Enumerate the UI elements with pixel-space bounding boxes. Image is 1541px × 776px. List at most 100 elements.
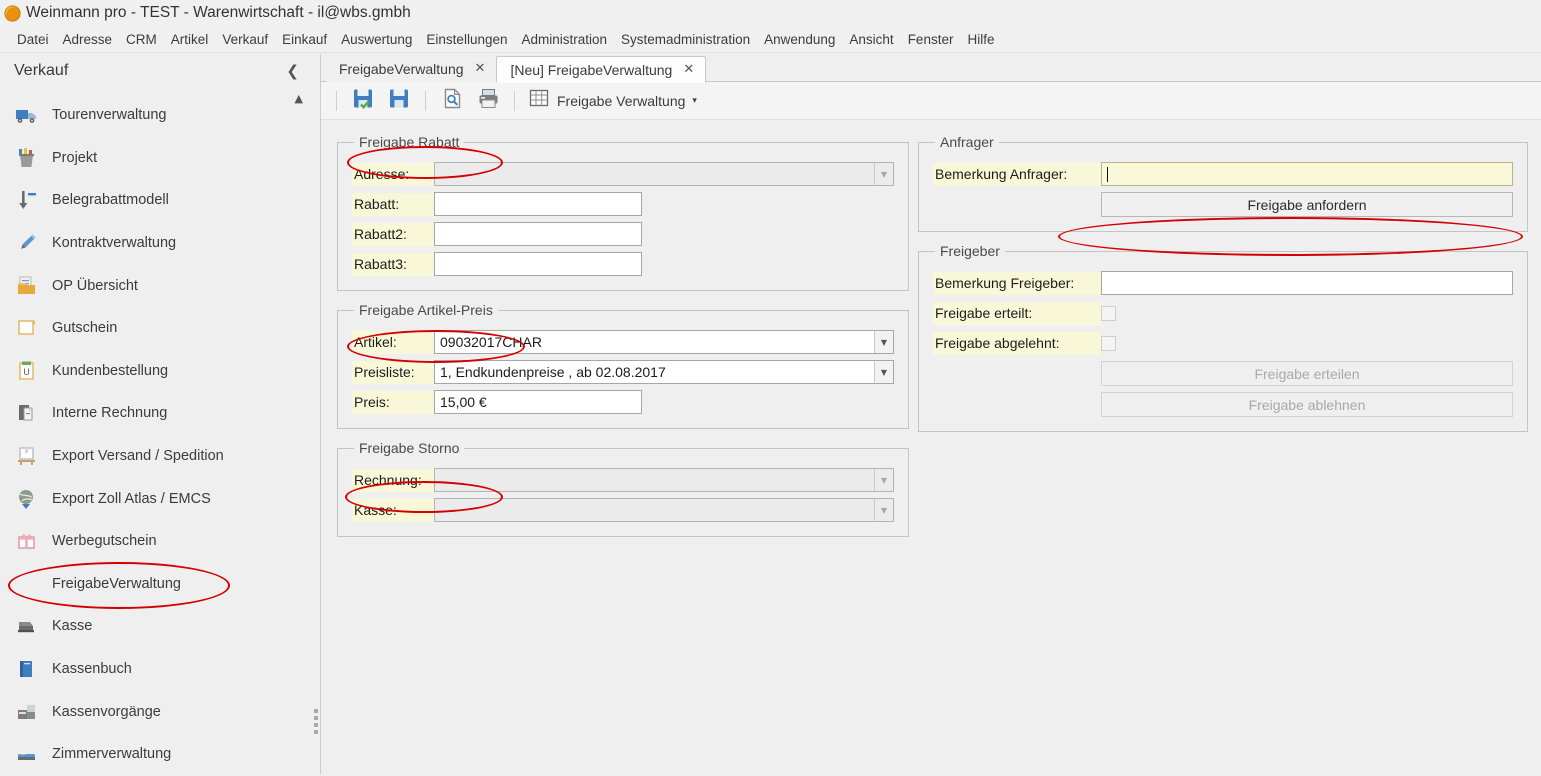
group-freigabe-storno: Freigabe Storno Rechnung: ▼ Kasse: ▼ — [337, 440, 909, 537]
menu-item-adresse[interactable]: Adresse — [56, 29, 120, 50]
sidebar-item-label: Gutschein — [52, 320, 118, 337]
sidebar-item-kundenbestellung[interactable]: U Kundenbestellung — [0, 350, 313, 393]
sidebar-item-belegrabattmodell[interactable]: Belegrabattmodell — [0, 179, 313, 222]
sidebar-splitter[interactable] — [313, 54, 321, 774]
sidebar-item-kasse[interactable]: Kasse — [0, 605, 313, 648]
rechnung-combo[interactable]: ▼ — [434, 468, 894, 492]
field-row-freigabe-abgelehnt: Freigabe abgelehnt: — [933, 331, 1513, 355]
rabatt3-input[interactable] — [434, 252, 642, 276]
freigabe-anfordern-button[interactable]: Freigabe anfordern — [1101, 192, 1513, 217]
sidebar-header: Verkauf ❮ — [0, 54, 313, 88]
field-row-rechnung: Rechnung: ▼ — [352, 468, 894, 492]
menu-item-crm[interactable]: CRM — [119, 29, 164, 50]
sidebar-item-label: Kundenbestellung — [52, 362, 169, 379]
bemerkung-freigeber-input[interactable] — [1101, 271, 1513, 295]
rabatt-label: Rabatt: — [352, 192, 434, 216]
sidebar-item-export-zoll-atlas-emcs[interactable]: Export Zoll Atlas / EMCS — [0, 477, 313, 520]
menu-item-hilfe[interactable]: Hilfe — [960, 29, 1001, 50]
window-title: Weinmann pro - TEST - Warenwirtschaft - … — [26, 4, 411, 21]
preisliste-combo[interactable]: 1, Endkundenpreise , ab 02.08.2017 ▼ — [434, 360, 894, 384]
field-row-preis: Preis: 15,00 € — [352, 390, 894, 414]
menu-item-datei[interactable]: Datei — [10, 29, 56, 50]
triangle-up-icon[interactable]: ▲ — [295, 92, 303, 105]
print-button[interactable] — [471, 86, 505, 116]
menu-item-einstellungen[interactable]: Einstellungen — [419, 29, 514, 50]
group-freigabe-artikel-preis: Freigabe Artikel-Preis Artikel: 09032017… — [337, 302, 909, 429]
sidebar-item-kassenvorgaenge[interactable]: Kassenvorgänge — [0, 690, 313, 733]
right-column: Anfrager Bemerkung Anfrager: Freigabe an… — [918, 134, 1528, 443]
sidebar-item-op-uebersicht[interactable]: OP Übersicht — [0, 264, 313, 307]
field-row-preisliste: Preisliste: 1, Endkundenpreise , ab 02.0… — [352, 360, 894, 384]
sidebar-item-label: Tourenverwaltung — [52, 107, 167, 124]
rabatt2-input[interactable] — [434, 222, 642, 246]
adresse-combo[interactable]: ▼ — [434, 162, 894, 186]
chevron-down-icon: ▾ — [692, 95, 697, 106]
freigabe-erteilt-checkbox[interactable] — [1101, 305, 1116, 321]
tab-neu-freigabeverwaltung[interactable]: [Neu] FreigabeVerwaltung ✕ — [496, 56, 707, 83]
legend-freigeber: Freigeber — [940, 243, 1000, 259]
blue-book-icon — [14, 657, 40, 681]
chevron-down-icon[interactable]: ▼ — [874, 469, 893, 491]
sidebar-item-freigabeverwaltung[interactable]: FreigabeVerwaltung — [0, 563, 313, 606]
legend-anfrager: Anfrager — [940, 134, 994, 150]
rabatt2-label: Rabatt2: — [352, 222, 434, 246]
tab-freigabeverwaltung[interactable]: FreigabeVerwaltung ✕ — [326, 55, 497, 82]
sidebar-item-kassenbuch[interactable]: Kassenbuch — [0, 648, 313, 691]
field-row-bemerkung-anfrager: Bemerkung Anfrager: — [933, 162, 1513, 186]
form-canvas: Freigabe Rabatt Adresse: ▼ Rabatt: Rabat… — [321, 120, 1541, 774]
save-icon — [388, 87, 411, 115]
chevron-left-icon[interactable]: ❮ — [282, 62, 303, 80]
menu-item-administration[interactable]: Administration — [514, 29, 614, 50]
rabatt-input[interactable] — [434, 192, 642, 216]
sidebar-item-zimmerverwaltung[interactable]: Zimmerverwaltung — [0, 733, 313, 776]
menu-item-auswertung[interactable]: Auswertung — [334, 29, 419, 50]
preis-input[interactable]: 15,00 € — [434, 390, 642, 414]
gift-icon — [14, 529, 40, 553]
field-row-freigabe-ablehnen: Freigabe ablehnen — [933, 392, 1513, 417]
menu-item-artikel[interactable]: Artikel — [164, 29, 216, 50]
legend-freigabe-artikel-preis: Freigabe Artikel-Preis — [359, 302, 493, 318]
kasse-combo[interactable]: ▼ — [434, 498, 894, 522]
close-icon[interactable]: ✕ — [683, 62, 694, 77]
menu-item-systemadministration[interactable]: Systemadministration — [614, 29, 757, 50]
freigabe-abgelehnt-checkbox[interactable] — [1101, 335, 1116, 351]
menu-item-verkauf[interactable]: Verkauf — [215, 29, 275, 50]
freigabe-erteilen-button[interactable]: Freigabe erteilen — [1101, 361, 1513, 386]
chevron-down-icon[interactable]: ▼ — [874, 331, 893, 353]
close-icon[interactable]: ✕ — [475, 61, 486, 76]
menu-item-einkauf[interactable]: Einkauf — [275, 29, 334, 50]
save-check-icon — [352, 87, 375, 115]
sidebar-item-label: Kontraktverwaltung — [52, 235, 177, 252]
menu-item-ansicht[interactable]: Ansicht — [842, 29, 900, 50]
save-and-close-button[interactable] — [346, 86, 380, 116]
sidebar-item-werbegutschein[interactable]: Werbegutschein — [0, 520, 313, 563]
print-preview-button[interactable] — [435, 86, 469, 116]
sidebar-item-export-versand-spedition[interactable]: Export Versand / Spedition — [0, 435, 313, 478]
preisliste-value: 1, Endkundenpreise , ab 02.08.2017 — [440, 364, 666, 380]
sidebar-item-tourenverwaltung[interactable]: Tourenverwaltung — [0, 94, 313, 137]
truck-icon — [14, 103, 40, 127]
chevron-down-icon[interactable]: ▼ — [874, 361, 893, 383]
freigabe-verwaltung-dropdown[interactable]: Freigabe Verwaltung ▾ — [524, 84, 705, 117]
menu-item-fenster[interactable]: Fenster — [901, 29, 961, 50]
bemerkung-anfrager-input[interactable] — [1101, 162, 1513, 186]
chevron-down-icon[interactable]: ▼ — [874, 163, 893, 185]
sidebar-item-label: Interne Rechnung — [52, 405, 168, 422]
arrow-down-icon — [14, 188, 40, 212]
artikel-combo[interactable]: 09032017CHAR ▼ — [434, 330, 894, 354]
freigabe-abgelehnt-label: Freigabe abgelehnt: — [933, 331, 1101, 355]
menu-item-anwendung[interactable]: Anwendung — [757, 29, 842, 50]
sidebar-item-kontraktverwaltung[interactable]: Kontraktverwaltung — [0, 222, 313, 265]
sidebar-item-projekt[interactable]: Projekt — [0, 137, 313, 180]
save-button[interactable] — [382, 86, 416, 116]
chevron-down-icon[interactable]: ▼ — [874, 499, 893, 521]
tabstrip: FreigabeVerwaltung ✕ [Neu] FreigabeVerwa… — [321, 54, 1541, 83]
book-doc-icon — [14, 401, 40, 425]
freigabe-ablehnen-button[interactable]: Freigabe ablehnen — [1101, 392, 1513, 417]
menubar: Datei Adresse CRM Artikel Verkauf Einkau… — [0, 26, 1541, 53]
sidebar-item-gutschein[interactable]: Gutschein — [0, 307, 313, 350]
main-content: FreigabeVerwaltung ✕ [Neu] FreigabeVerwa… — [321, 54, 1541, 774]
sidebar-item-interne-rechnung[interactable]: Interne Rechnung — [0, 392, 313, 435]
field-row-artikel: Artikel: 09032017CHAR ▼ — [352, 330, 894, 354]
